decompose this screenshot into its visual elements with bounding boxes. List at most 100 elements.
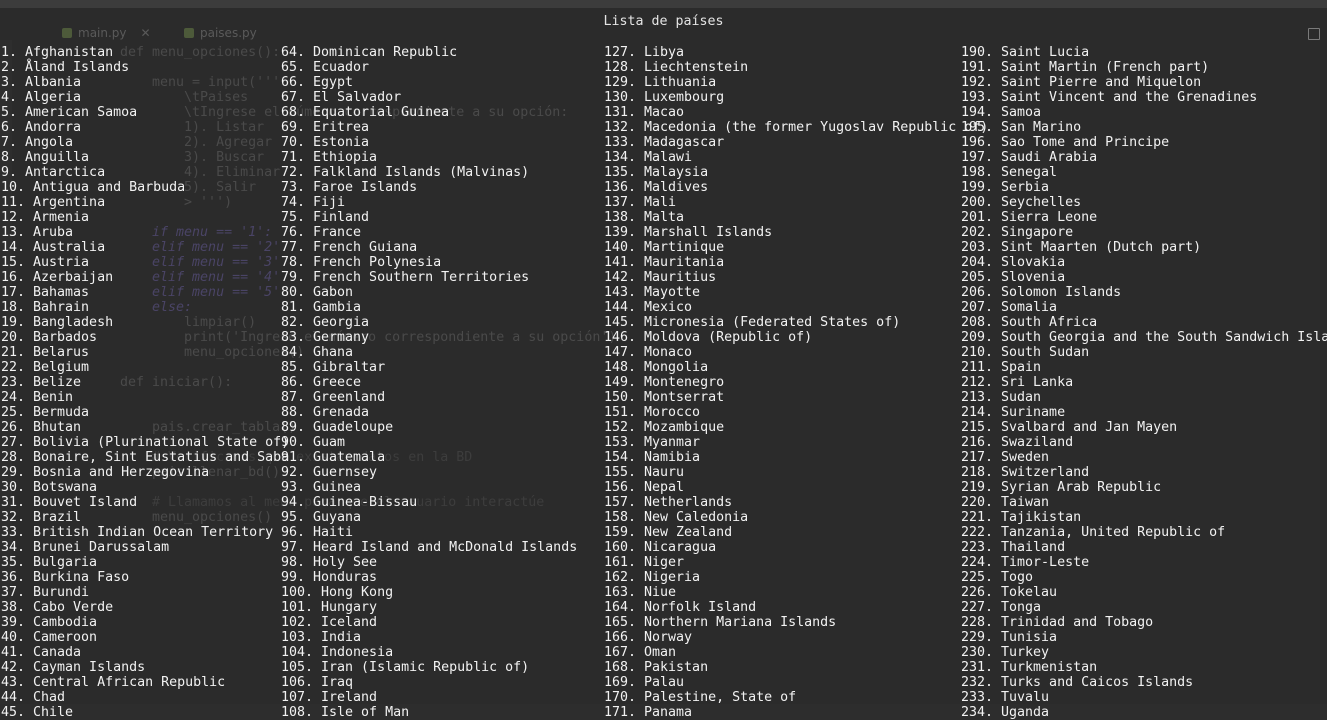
country-list-item: 223. Thailand bbox=[961, 540, 1066, 555]
country-list-item: 45. Chile bbox=[1, 705, 74, 720]
country-list-item: 165. Northern Mariana Islands bbox=[604, 615, 837, 630]
country-list-item: 19. Bangladesh bbox=[1, 315, 114, 330]
country-list-item: 146. Moldova (Republic of) bbox=[604, 330, 813, 345]
country-list-item: 211. Spain bbox=[961, 360, 1042, 375]
country-list-item: 139. Marshall Islands bbox=[604, 225, 773, 240]
country-list-item: 228. Trinidad and Tobago bbox=[961, 615, 1154, 630]
country-list-item: 92. Guernsey bbox=[281, 465, 378, 480]
terminal-window[interactable]: Lista de países 1. Afghanistan 2. Åland I… bbox=[0, 0, 1327, 720]
country-list-item: 42. Cayman Islands bbox=[1, 660, 146, 675]
country-list-item: 84. Ghana bbox=[281, 345, 354, 360]
country-list-item: 198. Senegal bbox=[961, 165, 1058, 180]
country-list-item: 196. Sao Tome and Principe bbox=[961, 135, 1170, 150]
country-list-item: 89. Guadeloupe bbox=[281, 420, 394, 435]
split-panel-icon[interactable] bbox=[1308, 28, 1320, 40]
country-list-item: 160. Nicaragua bbox=[604, 540, 717, 555]
country-list-item: 5. American Samoa bbox=[1, 105, 138, 120]
country-list-item: 100. Hong Kong bbox=[281, 585, 394, 600]
country-list-item: 213. Sudan bbox=[961, 390, 1042, 405]
country-list-item: 94. Guinea-Bissau bbox=[281, 495, 418, 510]
country-list-item: 11. Argentina bbox=[1, 195, 106, 210]
country-list-item: 106. Iraq bbox=[281, 675, 354, 690]
country-list-item: 10. Antigua and Barbuda bbox=[1, 180, 186, 195]
country-list-item: 25. Bermuda bbox=[1, 405, 90, 420]
country-list-item: 13. Aruba bbox=[1, 225, 74, 240]
country-list-item: 156. Nepal bbox=[604, 480, 685, 495]
country-list-item: 14. Australia bbox=[1, 240, 106, 255]
country-list-item: 65. Ecuador bbox=[281, 60, 370, 75]
country-list-item: 158. New Caledonia bbox=[604, 510, 749, 525]
country-list-item: 219. Syrian Arab Republic bbox=[961, 480, 1162, 495]
country-list-item: 22. Belgium bbox=[1, 360, 90, 375]
country-list-item: 93. Guinea bbox=[281, 480, 362, 495]
country-list-item: 138. Malta bbox=[604, 210, 685, 225]
country-list-item: 4. Algeria bbox=[1, 90, 82, 105]
country-list-item: 141. Mauritania bbox=[604, 255, 725, 270]
country-list-item: 31. Bouvet Island bbox=[1, 495, 138, 510]
country-list-item: 130. Luxembourg bbox=[604, 90, 725, 105]
country-list-item: 3. Albania bbox=[1, 75, 82, 90]
country-list-item: 82. Georgia bbox=[281, 315, 370, 330]
country-list-item: 26. Bhutan bbox=[1, 420, 82, 435]
country-column-3: 127. Libya 128. Liechtenstein 129. Lithuan… bbox=[604, 45, 988, 720]
country-list-item: 9. Antarctica bbox=[1, 165, 106, 180]
country-list-item: 127. Libya bbox=[604, 45, 685, 60]
country-list-item: 234. Uganda bbox=[961, 705, 1050, 720]
country-list-item: 193. Saint Vincent and the Grenadines bbox=[961, 90, 1258, 105]
country-list-item: 220. Taiwan bbox=[961, 495, 1050, 510]
country-list-item: 162. Nigeria bbox=[604, 570, 701, 585]
country-list-item: 204. Slovakia bbox=[961, 255, 1066, 270]
country-list-item: 221. Tajikistan bbox=[961, 510, 1082, 525]
country-list-item: 16. Azerbaijan bbox=[1, 270, 114, 285]
country-list-item: 79. French Southern Territories bbox=[281, 270, 530, 285]
country-list-item: 217. Sweden bbox=[961, 450, 1050, 465]
country-list-item: 215. Svalbard and Jan Mayen bbox=[961, 420, 1178, 435]
country-list-item: 209. South Georgia and the South Sandwic… bbox=[961, 330, 1327, 345]
country-list-item: 77. French Guiana bbox=[281, 240, 418, 255]
country-list-item: 136. Maldives bbox=[604, 180, 709, 195]
country-list-item: 87. Greenland bbox=[281, 390, 386, 405]
terminal-title: Lista de países bbox=[603, 14, 724, 29]
country-list-item: 23. Belize bbox=[1, 375, 82, 390]
country-list-item: 78. French Polynesia bbox=[281, 255, 442, 270]
country-list-item: 34. Brunei Darussalam bbox=[1, 540, 170, 555]
country-list-item: 85. Gibraltar bbox=[281, 360, 386, 375]
country-list-item: 229. Tunisia bbox=[961, 630, 1058, 645]
country-list-item: 227. Tonga bbox=[961, 600, 1042, 615]
country-list-item: 199. Serbia bbox=[961, 180, 1050, 195]
country-list-item: 132. Macedonia (the former Yugoslav Repu… bbox=[604, 120, 989, 135]
country-list-item: 222. Tanzania, United Republic of bbox=[961, 525, 1226, 540]
country-list-item: 104. Indonesia bbox=[281, 645, 394, 660]
country-list-item: 18. Bahrain bbox=[1, 300, 90, 315]
country-list-item: 96. Haiti bbox=[281, 525, 354, 540]
country-list-item: 35. Bulgaria bbox=[1, 555, 98, 570]
country-list-item: 43. Central African Republic bbox=[1, 675, 226, 690]
country-list-item: 169. Palau bbox=[604, 675, 685, 690]
country-column-4: 190. Saint Lucia 191. Saint Martin (Frenc… bbox=[961, 45, 1327, 720]
country-list-item: 17. Bahamas bbox=[1, 285, 90, 300]
country-list-item: 108. Isle of Man bbox=[281, 705, 410, 720]
country-list-item: 210. South Sudan bbox=[961, 345, 1090, 360]
country-list-item: 159. New Zealand bbox=[604, 525, 733, 540]
country-list-item: 231. Turkmenistan bbox=[961, 660, 1098, 675]
country-list-item: 153. Myanmar bbox=[604, 435, 701, 450]
country-list-item: 30. Botswana bbox=[1, 480, 98, 495]
country-list-item: 194. Samoa bbox=[961, 105, 1042, 120]
country-list-item: 216. Swaziland bbox=[961, 435, 1074, 450]
country-list-item: 75. Finland bbox=[281, 210, 370, 225]
country-list-item: 134. Malawi bbox=[604, 150, 693, 165]
country-list-item: 7. Angola bbox=[1, 135, 74, 150]
country-list-item: 101. Hungary bbox=[281, 600, 378, 615]
country-list-item: 71. Ethiopia bbox=[281, 150, 378, 165]
country-list-item: 202. Singapore bbox=[961, 225, 1074, 240]
country-list-item: 171. Panama bbox=[604, 705, 693, 720]
country-list-item: 44. Chad bbox=[1, 690, 66, 705]
country-list-item: 103. India bbox=[281, 630, 362, 645]
country-list-item: 105. Iran (Islamic Republic of) bbox=[281, 660, 530, 675]
country-list-item: 102. Iceland bbox=[281, 615, 378, 630]
country-list-item: 233. Tuvalu bbox=[961, 690, 1050, 705]
country-list-item: 80. Gabon bbox=[281, 285, 354, 300]
country-list-item: 6. Andorra bbox=[1, 120, 82, 135]
country-list-item: 208. South Africa bbox=[961, 315, 1098, 330]
country-list-item: 232. Turks and Caicos Islands bbox=[961, 675, 1194, 690]
